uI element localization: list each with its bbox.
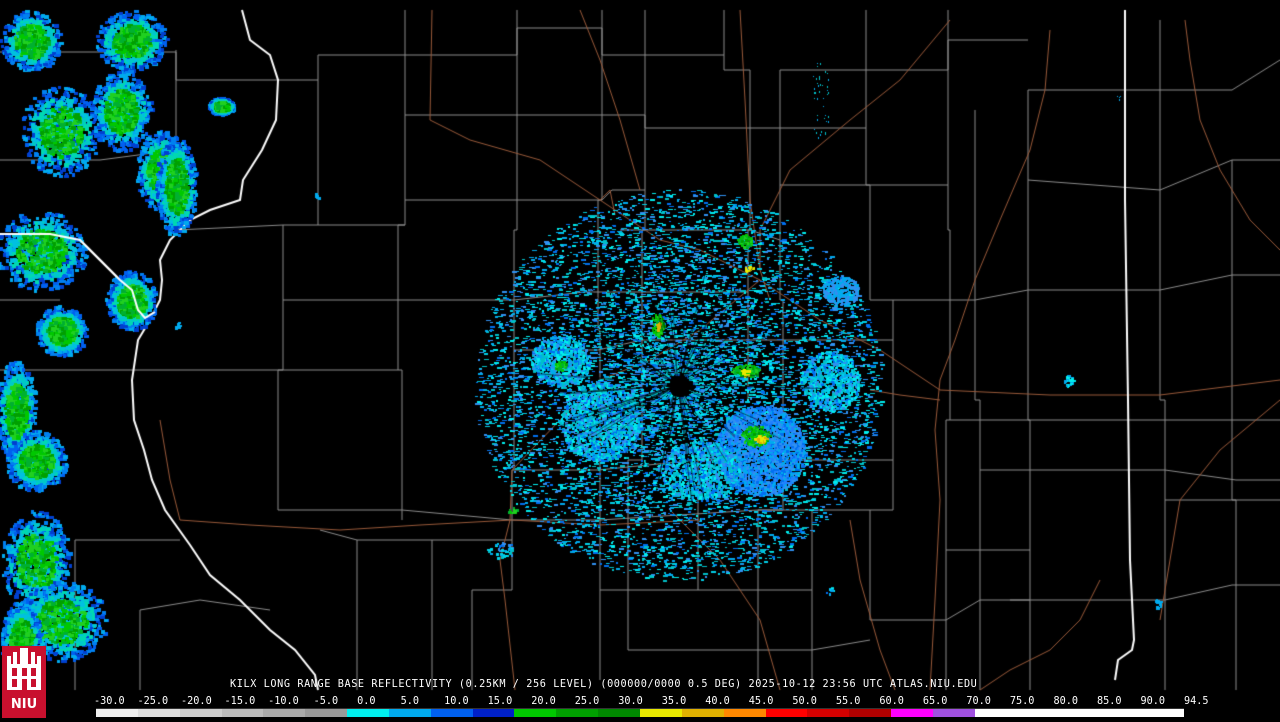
scale-label: 40.0	[705, 696, 730, 707]
scale-swatch	[723, 709, 766, 717]
scale-label: 60.0	[879, 696, 904, 707]
scale-swatch	[1016, 709, 1059, 717]
scale-swatch	[765, 709, 808, 717]
scale-swatch	[263, 709, 306, 717]
scale-swatch	[932, 709, 975, 717]
scale-swatch	[96, 709, 138, 717]
scale-swatch	[179, 709, 222, 717]
scale-swatch	[598, 709, 640, 717]
scale-label: 85.0	[1096, 696, 1122, 707]
radar-map[interactable]	[0, 0, 1280, 720]
scale-swatch	[681, 709, 724, 717]
scale-label: 90.0	[1140, 696, 1166, 707]
scale-label: 45.0	[748, 696, 774, 707]
scale-swatch	[1142, 709, 1184, 717]
scale-swatch	[388, 709, 431, 717]
scale-swatch	[430, 709, 473, 717]
scale-swatch	[221, 709, 264, 717]
scale-label: 35.0	[661, 696, 687, 707]
scale-label: 50.0	[792, 696, 817, 707]
scale-label: 80.0	[1053, 696, 1078, 707]
scale-swatch	[137, 709, 180, 717]
scale-swatch	[347, 709, 389, 717]
scale-label: 25.0	[574, 696, 600, 707]
scale-label: 94.5	[1184, 696, 1209, 707]
scale-swatch	[514, 709, 557, 717]
scale-label: 30.0	[618, 696, 643, 707]
color-scale-bar	[96, 708, 1184, 717]
scale-label: 55.0	[835, 696, 861, 707]
scale-label: 65.0	[922, 696, 948, 707]
scale-label: 70.0	[966, 696, 991, 707]
scale-swatch	[891, 709, 933, 717]
scale-label: -15.0	[224, 696, 256, 707]
product-caption: KILX LONG RANGE BASE REFLECTIVITY (0.25K…	[230, 679, 978, 690]
scale-label: -30.0	[94, 696, 125, 707]
scale-label: 10.0	[444, 696, 469, 707]
color-scale-labels: -30.0 -25.0 -20.0 -15.0 -10.0 -5.0 0.0 5.0 10.0 1…	[94, 696, 1209, 708]
niu-logo: NIU	[2, 646, 46, 718]
niu-castle-icon: NIU	[2, 646, 46, 718]
scale-label: -10.0	[268, 696, 299, 707]
scale-swatch	[1058, 709, 1101, 717]
scale-swatch	[472, 709, 515, 717]
scale-label: 20.0	[531, 696, 556, 707]
scale-swatch	[974, 709, 1017, 717]
scale-swatch	[849, 709, 892, 717]
niu-logo-text: NIU	[11, 697, 37, 712]
scale-label: -25.0	[137, 696, 169, 707]
scale-label: 15.0	[487, 696, 513, 707]
scale-swatch	[305, 709, 348, 717]
scale-swatch	[556, 709, 599, 717]
scale-label: -5.0	[313, 696, 339, 707]
scale-swatch	[807, 709, 850, 717]
scale-swatch	[1100, 709, 1143, 717]
scale-label: 5.0	[400, 696, 420, 707]
scale-label: 0.0	[357, 696, 376, 707]
scale-label: 75.0	[1009, 696, 1035, 707]
scale-label: -20.0	[181, 696, 212, 707]
scale-swatch	[639, 709, 682, 717]
